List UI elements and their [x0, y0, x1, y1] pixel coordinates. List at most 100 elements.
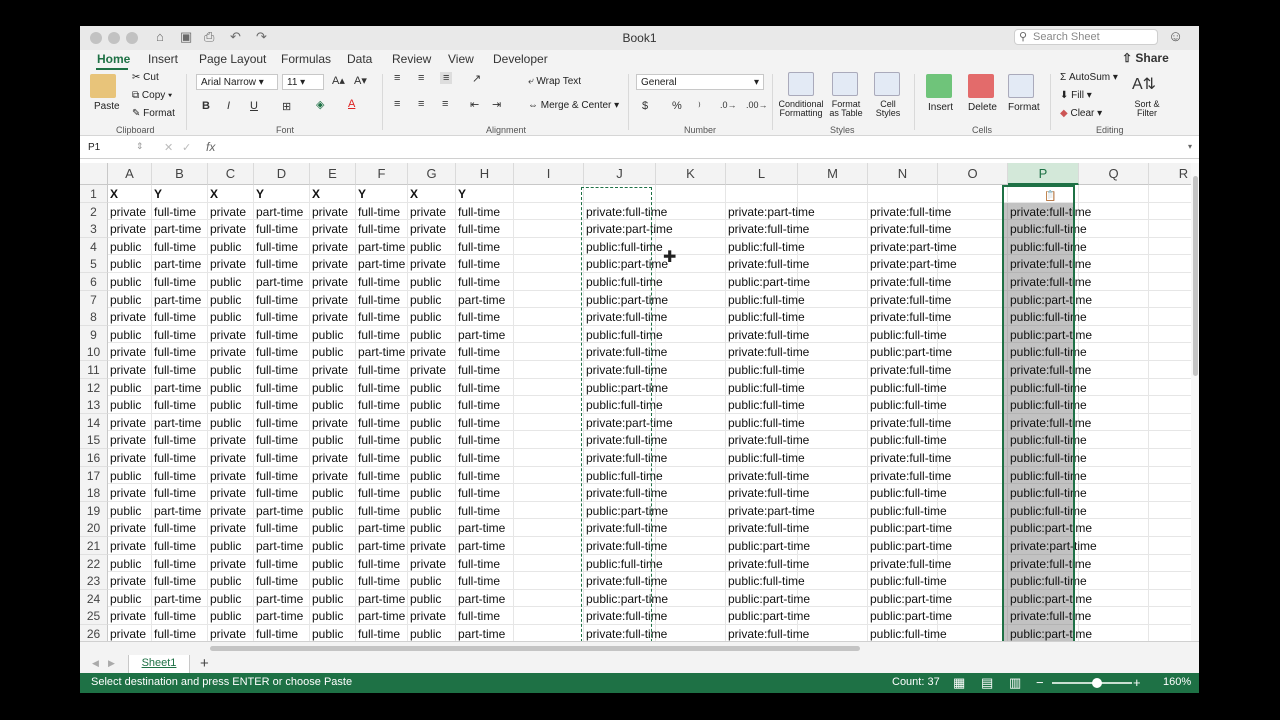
column-header-o[interactable]: O: [938, 163, 1008, 185]
cell-n21[interactable]: public:part-time: [868, 537, 952, 555]
cell-h24[interactable]: part-time: [456, 590, 505, 608]
cell-d20[interactable]: full-time: [254, 519, 298, 537]
cell-c4[interactable]: public: [208, 238, 241, 256]
row-header[interactable]: 10: [80, 343, 108, 362]
cell-c24[interactable]: public: [208, 590, 241, 608]
cell-n9[interactable]: public:full-time: [868, 326, 947, 344]
cell-f25[interactable]: part-time: [356, 607, 405, 625]
cell-l21[interactable]: public:part-time: [726, 537, 810, 555]
cell-f17[interactable]: full-time: [356, 467, 400, 485]
cell-c21[interactable]: public: [208, 537, 241, 555]
row-header[interactable]: 11: [80, 361, 108, 379]
cell-b12[interactable]: part-time: [152, 379, 201, 397]
cell-a19[interactable]: public: [108, 502, 141, 520]
cell-n15[interactable]: public:full-time: [868, 431, 947, 449]
cell-e6[interactable]: private: [310, 273, 348, 291]
cell-d1[interactable]: Y: [254, 185, 264, 203]
cell-n12[interactable]: public:full-time: [868, 379, 947, 397]
cell-g16[interactable]: public: [408, 449, 441, 467]
cell-b22[interactable]: full-time: [152, 555, 196, 573]
cell-c17[interactable]: private: [208, 467, 246, 485]
cell-b10[interactable]: full-time: [152, 343, 196, 361]
cell-g26[interactable]: public: [408, 625, 441, 641]
zoom-level[interactable]: 160%: [1163, 676, 1191, 688]
comma-style-icon[interactable]: ⁾: [698, 100, 701, 113]
row-header[interactable]: 19: [80, 501, 108, 520]
cell-a8[interactable]: private: [108, 308, 146, 326]
cell-g15[interactable]: public: [408, 431, 441, 449]
name-box-dropdown-icon[interactable]: ⇕: [136, 141, 144, 152]
cell-styles-button[interactable]: Cell Styles: [874, 100, 902, 118]
format-as-table-icon[interactable]: [832, 72, 858, 96]
select-all-corner[interactable]: [80, 163, 108, 185]
cell-d6[interactable]: part-time: [254, 273, 303, 291]
cell-d2[interactable]: part-time: [254, 203, 303, 221]
cell-a2[interactable]: private: [108, 203, 146, 221]
align-center-icon[interactable]: ≡: [418, 98, 424, 110]
cell-c10[interactable]: private: [208, 343, 246, 361]
cell-h4[interactable]: full-time: [456, 238, 500, 256]
row-header[interactable]: 3: [80, 220, 108, 239]
column-header-j[interactable]: J: [584, 163, 656, 185]
cell-d9[interactable]: full-time: [254, 326, 298, 344]
cell-b24[interactable]: part-time: [152, 590, 201, 608]
cell-d17[interactable]: full-time: [254, 467, 298, 485]
paste-button[interactable]: Paste: [94, 101, 120, 112]
cell-e5[interactable]: private: [310, 255, 348, 273]
cell-n13[interactable]: public:full-time: [868, 396, 947, 414]
cell-a26[interactable]: private: [108, 625, 146, 641]
cell-f8[interactable]: full-time: [356, 308, 400, 326]
number-format-select[interactable]: General ▾: [636, 74, 764, 90]
cell-g10[interactable]: private: [408, 343, 446, 361]
tab-data[interactable]: Data: [347, 52, 372, 66]
cell-l5[interactable]: private:full-time: [726, 255, 809, 273]
cell-n25[interactable]: public:part-time: [868, 607, 952, 625]
cell-styles-icon[interactable]: [874, 72, 900, 96]
vertical-scroll-thumb[interactable]: [1193, 176, 1198, 376]
cell-c2[interactable]: private: [208, 203, 246, 221]
cell-e15[interactable]: public: [310, 431, 343, 449]
cell-a25[interactable]: private: [108, 607, 146, 625]
cell-b1[interactable]: Y: [152, 185, 162, 203]
cell-g6[interactable]: public: [408, 273, 441, 291]
column-header-g[interactable]: G: [408, 163, 456, 185]
column-header-r[interactable]: R: [1149, 163, 1191, 185]
insert-cells-button[interactable]: Insert: [928, 102, 953, 113]
merge-center-button[interactable]: ⇔ Merge & Center ▾: [528, 100, 619, 111]
row-header[interactable]: 7: [80, 290, 108, 309]
cell-c26[interactable]: private: [208, 625, 246, 641]
cell-e13[interactable]: public: [310, 396, 343, 414]
cell-d24[interactable]: part-time: [254, 590, 303, 608]
column-header-a[interactable]: A: [108, 163, 152, 185]
row-header[interactable]: 14: [80, 413, 108, 432]
cell-l23[interactable]: public:full-time: [726, 572, 805, 590]
cell-a24[interactable]: public: [108, 590, 141, 608]
cell-b18[interactable]: full-time: [152, 484, 196, 502]
cell-f7[interactable]: full-time: [356, 291, 400, 309]
cell-b9[interactable]: full-time: [152, 326, 196, 344]
cell-b25[interactable]: full-time: [152, 607, 196, 625]
cell-e1[interactable]: X: [310, 185, 320, 203]
row-header[interactable]: 24: [80, 589, 108, 608]
clear-button[interactable]: ◆ Clear ▾: [1060, 108, 1102, 119]
cell-b26[interactable]: full-time: [152, 625, 196, 641]
expand-formula-bar-icon[interactable]: ▾: [1188, 142, 1192, 151]
cell-c1[interactable]: X: [208, 185, 218, 203]
cell-g13[interactable]: public: [408, 396, 441, 414]
zoom-slider-knob[interactable]: [1092, 678, 1102, 688]
cell-e14[interactable]: private: [310, 414, 348, 432]
cell-l4[interactable]: public:full-time: [726, 238, 805, 256]
currency-button[interactable]: $: [642, 100, 648, 112]
cell-f26[interactable]: full-time: [356, 625, 400, 641]
cell-d13[interactable]: full-time: [254, 396, 298, 414]
cell-b23[interactable]: full-time: [152, 572, 196, 590]
autosum-button[interactable]: Σ AutoSum ▾: [1060, 72, 1118, 83]
cell-d25[interactable]: part-time: [254, 607, 303, 625]
cell-c12[interactable]: public: [208, 379, 241, 397]
tab-view[interactable]: View: [448, 52, 474, 66]
cell-d21[interactable]: part-time: [254, 537, 303, 555]
cell-a4[interactable]: public: [108, 238, 141, 256]
align-middle-icon[interactable]: ≡: [418, 72, 424, 84]
cell-l3[interactable]: private:full-time: [726, 220, 809, 238]
row-header[interactable]: 16: [80, 449, 108, 467]
